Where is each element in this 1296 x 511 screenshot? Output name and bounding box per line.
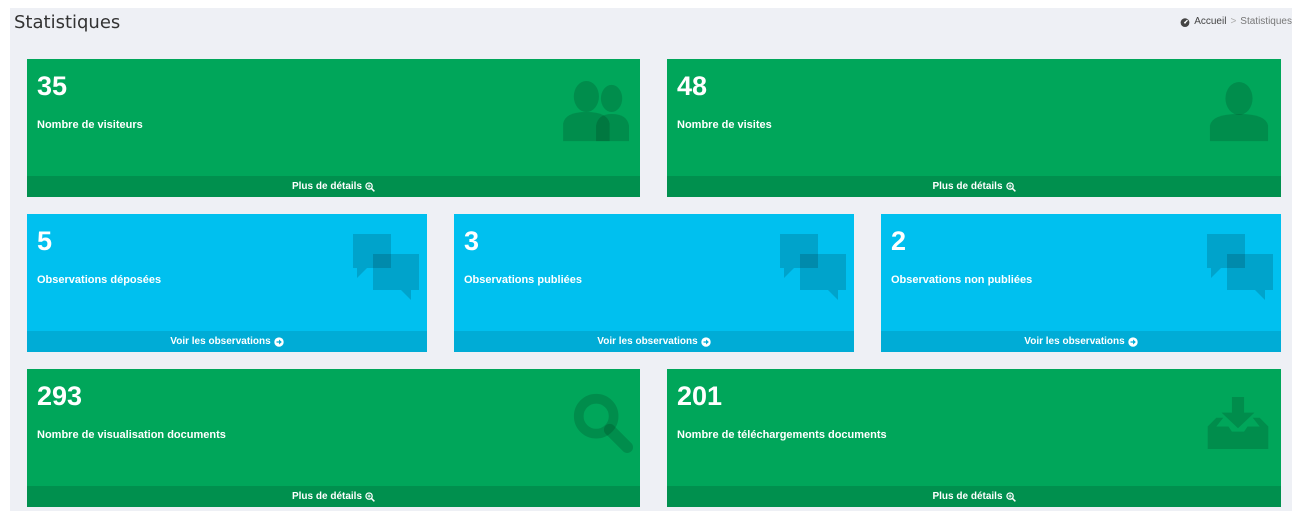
more-details-link[interactable]: Plus de détails [27,176,640,197]
zoom-in-icon [1005,491,1016,502]
footer-label: Plus de détails [932,181,1003,192]
stat-box-document-views: 293 Nombre de visualisation documents Pl… [27,369,640,507]
comments-icon [353,234,419,300]
arrow-circle-right-icon [1128,336,1138,347]
users-icon [563,81,629,142]
arrow-circle-right-icon [274,336,284,347]
stat-box-observations-submitted: 5 Observations déposées Voir les observa… [27,214,427,352]
footer-label: Plus de détails [291,181,363,192]
footer-label: Voir les observations [170,336,271,347]
stat-box-document-downloads: 201 Nombre de téléchargements documents … [667,369,1281,507]
stat-count: 293 [37,381,83,411]
stat-count: 48 [677,71,708,101]
view-observations-link[interactable]: Voir les observations [27,331,427,352]
zoom-in-icon [365,491,375,502]
breadcrumb-home-link[interactable]: Accueil [1194,16,1226,27]
more-details-link[interactable]: Plus de détails [667,176,1281,197]
footer-label: Voir les observations [1024,336,1125,347]
zoom-in-icon [1005,181,1016,192]
page-title: Statistiques [14,12,121,33]
comments-icon [1207,234,1273,300]
footer-label: Plus de détails [291,491,363,502]
stat-label: Observations déposées [37,274,162,286]
stat-count: 35 [37,71,68,101]
arrow-circle-right-icon [701,336,711,347]
view-observations-link[interactable]: Voir les observations [454,331,854,352]
more-details-link[interactable]: Plus de détails [667,486,1281,507]
stat-label: Nombre de visiteurs [37,119,143,131]
breadcrumb: Accueil > Statistiques [1180,16,1292,27]
zoom-in-icon [365,181,375,192]
stat-box-visitors: 35 Nombre de visiteurs Plus de détails [27,59,640,197]
comments-icon [780,234,846,300]
breadcrumb-current: Statistiques [1240,16,1292,27]
stat-label: Observations publiées [464,274,582,286]
content-area: Statistiques Accueil > Statistiques 35 N… [10,8,1292,511]
stat-label: Nombre de visualisation documents [37,429,226,441]
stat-label: Observations non publiées [891,274,1033,286]
stat-count: 3 [464,226,480,256]
stat-box-observations-unpublished: 2 Observations non publiées Voir les obs… [881,214,1281,352]
dashboard-icon [1180,17,1190,27]
stat-label: Nombre de téléchargements documents [677,429,887,441]
stat-box-visits: 48 Nombre de visites Plus de détails [667,59,1281,197]
search-icon [573,393,633,453]
stat-count: 201 [677,381,723,411]
view-observations-link[interactable]: Voir les observations [881,331,1281,352]
stat-box-observations-published: 3 Observations publiées Voir les observa… [454,214,854,352]
stat-count: 2 [891,226,907,256]
user-icon [1209,81,1269,142]
stat-label: Nombre de visites [677,119,772,131]
footer-label: Plus de détails [932,491,1003,502]
footer-label: Voir les observations [597,336,698,347]
more-details-link[interactable]: Plus de détails [27,486,640,507]
breadcrumb-separator: > [1230,16,1237,27]
download-icon [1207,397,1269,449]
stat-count: 5 [37,226,53,256]
